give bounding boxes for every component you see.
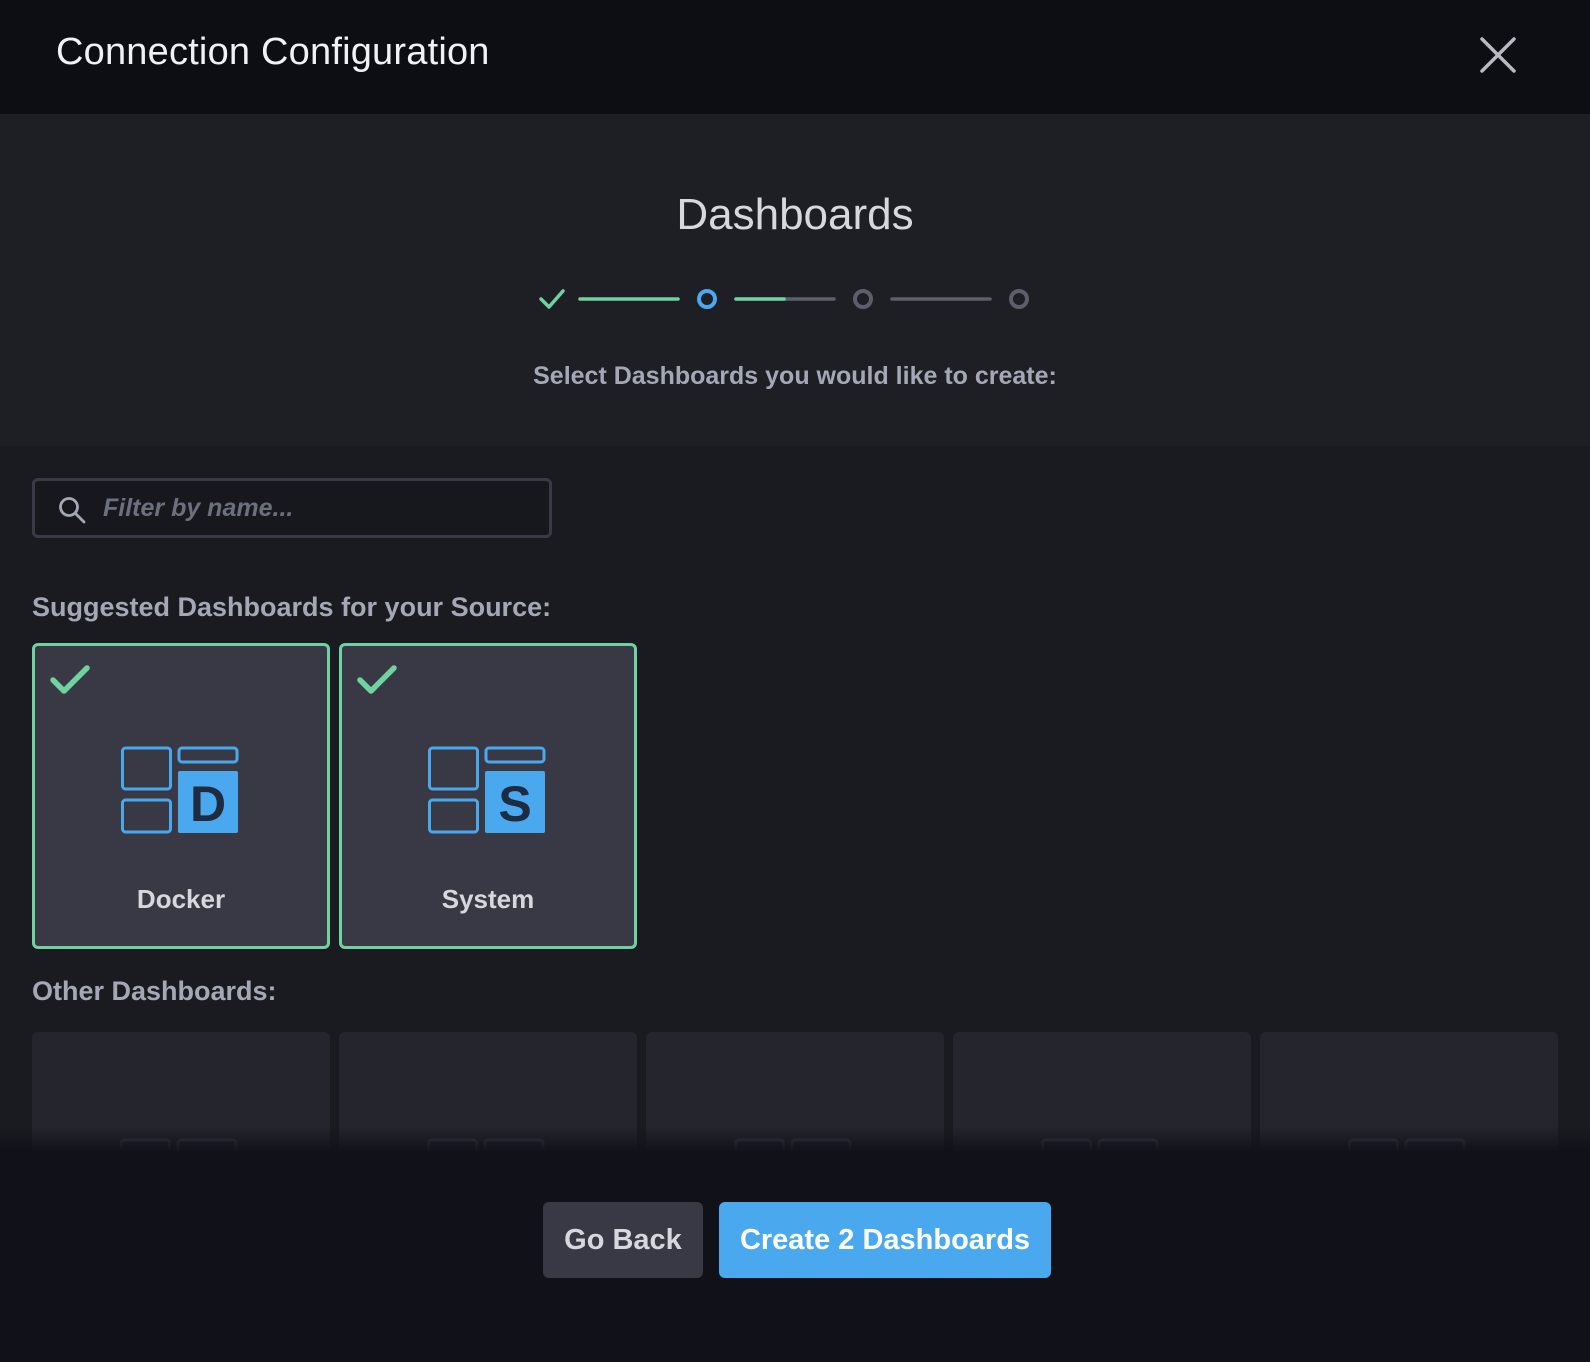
suggested-dashboards-label: Suggested Dashboards for your Source: [32, 592, 552, 622]
dashboard-card-name: System [441, 884, 535, 914]
dashboard-card-system[interactable]: S System [339, 643, 637, 949]
step-3-pending-icon [853, 289, 873, 309]
scroll-fade [0, 1126, 1590, 1152]
dashboard-card-docker[interactable]: D Docker [32, 643, 330, 949]
close-icon[interactable] [1476, 33, 1520, 77]
selected-check-icon [49, 662, 93, 698]
other-dashboards-label: Other Dashboards: [32, 976, 277, 1006]
create-dashboards-button[interactable]: Create 2 Dashboards [719, 1202, 1051, 1278]
step-2-current-icon [697, 289, 717, 309]
connection-configuration-modal: Connection Configuration Dashboards Sele… [0, 0, 1590, 1362]
dashboard-letter: D [190, 776, 226, 832]
modal-footer: Go Back Create 2 Dashboards [0, 1152, 1590, 1362]
step-1-complete-check-icon [539, 289, 565, 309]
dashboard-template-icon: D [121, 746, 241, 838]
filter-search-box [32, 478, 552, 538]
dashboard-letter: S [498, 776, 531, 832]
step-title: Dashboards [676, 190, 914, 239]
selected-check-icon [356, 662, 400, 698]
dashboard-template-icon: S [428, 746, 548, 838]
wizard-step-panel: Dashboards Select Dashboards you would l… [0, 114, 1590, 446]
dashboard-card-name: Docker [136, 884, 226, 914]
go-back-button[interactable]: Go Back [543, 1202, 703, 1278]
step-4-pending-icon [1009, 289, 1029, 309]
modal-header: Connection Configuration [0, 0, 1590, 114]
step-subtitle: Select Dashboards you would like to crea… [533, 362, 1057, 390]
search-icon [57, 495, 87, 525]
filter-by-name-input[interactable] [103, 485, 533, 531]
dashboards-body: Suggested Dashboards for your Source: D … [0, 446, 1590, 1152]
wizard-stepper [536, 282, 1056, 316]
modal-title: Connection Configuration [56, 31, 490, 73]
